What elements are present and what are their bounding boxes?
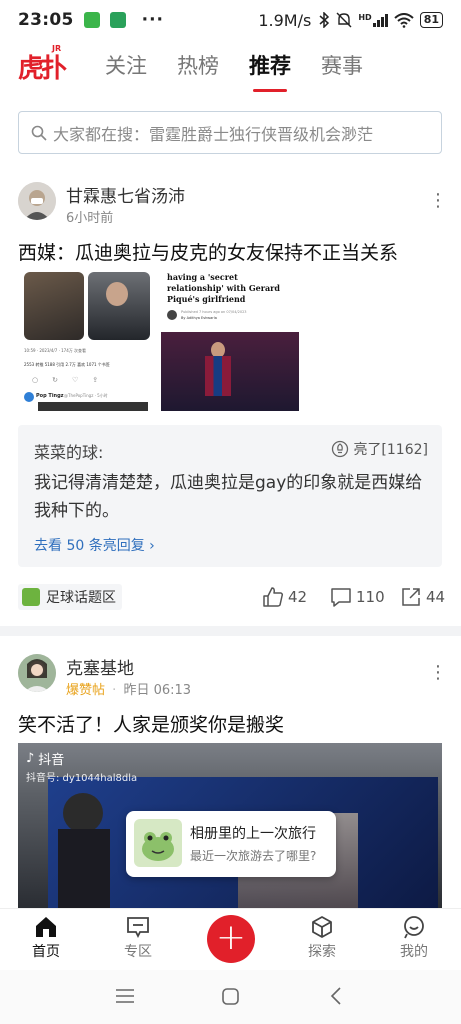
share-button[interactable]: 44 xyxy=(400,586,445,608)
tweet-handle: Pop Tingz xyxy=(36,393,64,399)
feed-post[interactable]: 克塞基地 爆赞帖 · 昨日 06:13 ⋮ 笑不活了！人家是颁奖你是搬奖 ♪ 抖… xyxy=(0,640,461,908)
like-button[interactable]: 42 xyxy=(262,586,307,608)
mute-icon xyxy=(336,12,352,28)
douyin-watermark: ♪ 抖音 xyxy=(26,749,64,768)
nav-me[interactable]: 我的 xyxy=(384,915,444,961)
bulb-icon xyxy=(332,440,349,458)
status-bar: 23:05 ··· 1.9M/s HD 81 xyxy=(0,0,461,40)
douyin-brand: 抖音 xyxy=(38,753,65,768)
post-image-article[interactable]: having a 'secret relationship' with Gera… xyxy=(161,270,299,411)
comment-text: 我记得清清楚楚，瓜迪奥拉是gay的印象就是西媒给我种下的。 xyxy=(34,473,423,521)
post-author[interactable]: 甘霖惠七省汤沛 xyxy=(66,182,185,207)
comment-count: 110 xyxy=(356,588,385,606)
more-replies-link[interactable]: 去看 50 条亮回复 › xyxy=(34,535,155,555)
home-icon xyxy=(36,917,56,937)
share-count: 44 xyxy=(426,588,446,606)
post-create-button[interactable]: + xyxy=(207,915,255,963)
search-icon xyxy=(31,125,47,141)
post-title[interactable]: 笑不活了！人家是颁奖你是搬奖 xyxy=(18,710,284,737)
app-notification-icon xyxy=(83,12,100,28)
status-time: 23:05 xyxy=(18,10,74,30)
tab-follow[interactable]: 关注 xyxy=(105,42,147,90)
tab-hot[interactable]: 热榜 xyxy=(177,42,219,90)
avatar[interactable] xyxy=(18,182,56,220)
feed-post[interactable]: 甘霖惠七省汤沛 6小时前 ⋮ 西媒：瓜迪奥拉与皮克的女友保持不正当关系 10:5… xyxy=(0,170,461,630)
light-count: 亮了[1162] xyxy=(353,442,428,458)
menu-icon[interactable] xyxy=(116,988,134,1004)
tweet-avatar xyxy=(24,392,34,402)
battery-indicator: 81 xyxy=(419,12,443,28)
comment-icon xyxy=(331,588,351,607)
more-replies-label: 去看 50 条亮回复 xyxy=(34,538,145,554)
memory-popup[interactable]: 相册里的上一次旅行 最近一次旅游去了哪里? xyxy=(126,811,336,877)
tweet-time: 10:59 · 2023/4/7 · 174万 次查看 xyxy=(24,348,87,353)
more-options-icon[interactable]: ⋮ xyxy=(429,192,447,210)
tab-recommend[interactable]: 推荐 xyxy=(249,42,291,92)
profile-icon xyxy=(404,916,424,939)
hot-comment[interactable]: 菜菜的球: 亮了[1162] 我记得清清楚楚，瓜迪奥拉是gay的印象就是西媒给我… xyxy=(18,425,442,567)
download-notification-icon xyxy=(109,12,126,28)
nav-explore-label: 探索 xyxy=(308,944,336,960)
network-type: HD xyxy=(358,13,372,22)
article-headline: having a 'secret relationship' with Gera… xyxy=(167,272,280,304)
top-header: 虎扑 JR 关注 热榜 推荐 赛事 xyxy=(0,42,461,94)
thumb-up-icon xyxy=(263,587,284,607)
zone-nav-icon xyxy=(127,917,149,939)
tweet-at: @ThePopTingz · 5小时 xyxy=(64,393,108,398)
search-placeholder: 大家都在搜：雷霆胜爵士独行侠晋级机会渺茫 xyxy=(53,124,374,144)
popup-title: 相册里的上一次旅行 xyxy=(190,826,316,842)
popup-subtitle: 最近一次旅游去了哪里? xyxy=(190,849,317,863)
article-byline: By Adithya Eshwarla xyxy=(181,316,217,320)
search-bar[interactable]: 大家都在搜：雷霆胜爵士独行侠晋级机会渺茫 xyxy=(18,111,442,154)
nav-me-label: 我的 xyxy=(400,944,428,960)
nav-zone-label: 专区 xyxy=(124,944,152,960)
like-count: 42 xyxy=(288,588,308,606)
post-meta: 爆赞帖 · 昨日 06:13 xyxy=(66,683,192,698)
system-nav-bar xyxy=(0,970,461,1024)
post-time: 昨日 06:13 xyxy=(123,683,192,698)
post-time: 6小时前 xyxy=(66,211,114,226)
zone-icon xyxy=(22,588,40,606)
nav-home-label: 首页 xyxy=(32,944,60,960)
home-square-icon[interactable] xyxy=(222,988,239,1005)
feed-tabs: 关注 热榜 推荐 赛事 xyxy=(105,42,363,92)
zone-label: 足球话题区 xyxy=(46,590,116,606)
post-title[interactable]: 西媒：瓜迪奥拉与皮克的女友保持不正当关系 xyxy=(18,238,398,265)
post-video[interactable]: ♪ 抖音 抖音号: dy1044hal8dla 相册里的上一次旅行 最近一次旅游… xyxy=(18,743,442,908)
logo-sup: JR xyxy=(52,44,62,53)
more-notifications-icon: ··· xyxy=(141,10,164,30)
comment-button[interactable]: 110 xyxy=(330,586,385,608)
comment-author[interactable]: 菜菜的球: xyxy=(34,439,103,463)
back-icon[interactable] xyxy=(330,987,342,1005)
feed-divider xyxy=(0,626,461,636)
share-icon xyxy=(402,588,420,606)
more-options-icon[interactable]: ⋮ xyxy=(429,664,447,682)
article-published: Published 7 hours ago on 07/04/2023 xyxy=(181,310,247,314)
post-author[interactable]: 克塞基地 xyxy=(66,654,134,679)
zone-tag[interactable]: 足球话题区 xyxy=(18,584,122,610)
wifi-icon xyxy=(394,12,414,28)
signal-icon: HD xyxy=(358,13,388,27)
tab-matches[interactable]: 赛事 xyxy=(321,42,363,90)
network-speed: 1.9M/s xyxy=(258,10,312,30)
post-image-tweet[interactable]: 10:59 · 2023/4/7 · 174万 次查看 2553 转推 5188… xyxy=(18,270,153,411)
hot-badge: 爆赞帖 xyxy=(66,683,106,698)
nav-explore[interactable]: 探索 xyxy=(292,915,352,961)
nav-home[interactable]: 首页 xyxy=(16,915,76,961)
light-button[interactable]: 亮了[1162] xyxy=(331,439,428,459)
hupu-logo[interactable]: 虎扑 JR xyxy=(18,44,67,84)
douyin-icon: ♪ xyxy=(26,751,35,766)
logo-text: 虎扑 xyxy=(18,54,67,84)
douyin-id: 抖音号: dy1044hal8dla xyxy=(26,773,138,784)
frog-icon xyxy=(134,819,182,867)
tweet-actions-row: ○↻♡⇪ xyxy=(32,376,113,384)
cube-icon xyxy=(312,916,332,938)
avatar[interactable] xyxy=(18,654,56,692)
bluetooth-icon xyxy=(319,12,330,28)
bottom-nav: 首页 专区 + 探索 我的 xyxy=(0,908,461,970)
post-actions: 足球话题区 42 110 44 xyxy=(0,584,461,614)
tweet-stats: 2553 转推 5188 引用 2.7万 喜欢 1071 个书签 xyxy=(24,362,110,367)
nav-zone[interactable]: 专区 xyxy=(108,915,168,961)
